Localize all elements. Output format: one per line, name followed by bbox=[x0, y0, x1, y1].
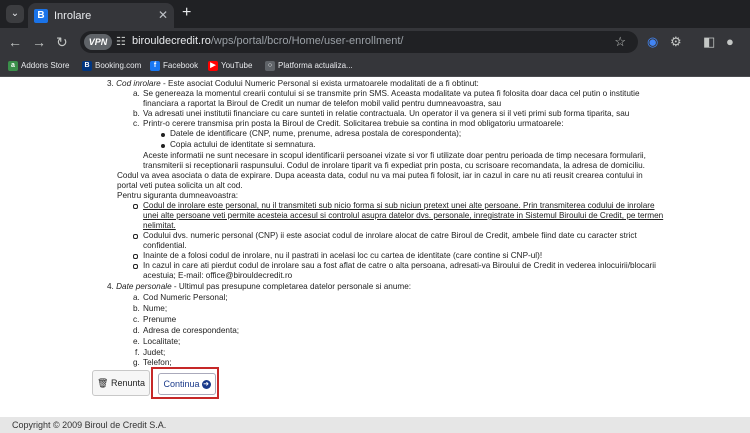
bullet-circle bbox=[133, 204, 138, 209]
forward-icon[interactable]: → bbox=[32, 34, 46, 50]
bookmark-facebook[interactable]: f Facebook bbox=[150, 59, 198, 73]
url-host: birouldecredit.ro bbox=[132, 35, 211, 47]
info-paragraph-4: portal veti putea solicita un alt cod. bbox=[117, 181, 243, 190]
safety-note-1a: Codul de inrolare este personal, nu il t… bbox=[143, 201, 655, 210]
bullet-disc bbox=[161, 144, 165, 148]
field-judet: Judet; bbox=[143, 348, 166, 357]
extension-shield-icon[interactable]: ◉ bbox=[647, 34, 658, 50]
url-text[interactable]: birouldecredit.ro/wps/portal/bcro/Home/u… bbox=[132, 35, 403, 47]
bookmark-booking[interactable]: B Booking.com bbox=[82, 59, 141, 73]
info-paragraph-3: Codul va avea asociata o data de expirar… bbox=[117, 171, 643, 180]
item-3c-bullet-1: Datele de identificare (CNP, nume, prenu… bbox=[170, 129, 462, 138]
addons-store-icon: a bbox=[8, 60, 18, 71]
safety-note-1c: nelimitat. bbox=[143, 221, 176, 230]
vpn-icon[interactable]: VPN bbox=[84, 34, 112, 50]
field-marker: f. bbox=[135, 348, 140, 357]
item-3c-marker: c. bbox=[133, 119, 140, 128]
safety-note-4a: In cazul in care ati pierdut codul de in… bbox=[143, 261, 656, 270]
extensions-puzzle-icon[interactable]: ⚙ bbox=[670, 34, 682, 50]
reload-icon[interactable]: ↻ bbox=[56, 34, 68, 50]
back-icon[interactable]: ← bbox=[8, 34, 22, 50]
field-prenume: Prenume bbox=[143, 315, 177, 324]
field-localitate: Localitate; bbox=[143, 337, 181, 346]
tab-title: Inrolare bbox=[54, 10, 92, 22]
safety-heading: Pentru siguranta dumneavoastra: bbox=[117, 191, 239, 200]
info-paragraph-1: Aceste informatii ne sunt necesare in sc… bbox=[143, 151, 646, 160]
globe-icon: ○ bbox=[265, 60, 275, 71]
field-marker: b. bbox=[133, 304, 140, 313]
close-tab-icon[interactable]: ✕ bbox=[158, 8, 168, 22]
item-3a-marker: a. bbox=[133, 89, 140, 98]
page-footer: Copyright © 2009 Biroul de Credit S.A. bbox=[0, 417, 750, 433]
tab-search-icon[interactable]: ⌄ bbox=[6, 5, 24, 23]
continue-button-label: Continua bbox=[163, 379, 200, 389]
bookmark-addons-store[interactable]: a Addons Store bbox=[8, 59, 69, 73]
bullet-circle bbox=[133, 234, 138, 239]
field-marker: d. bbox=[133, 326, 140, 335]
item-3-header: 3. Cod inrolare - Este asociat Codului N… bbox=[107, 79, 479, 88]
cancel-button-label: Renunta bbox=[110, 378, 145, 388]
safety-note-4b: acestuia; E-mail: office@birouldecredit.… bbox=[143, 271, 293, 280]
bookmarks-bar: a Addons Store B Booking.com f Facebook ▶ Yo… bbox=[0, 56, 750, 77]
browser-tab-strip: ⌄ B Inrolare ✕ + bbox=[0, 0, 750, 28]
field-nume: Nume; bbox=[143, 304, 168, 313]
browser-toolbar: ← → ↻ VPN ☷ birouldecredit.ro/wps/portal… bbox=[0, 28, 750, 56]
field-marker: e. bbox=[133, 337, 140, 346]
bullet-disc bbox=[161, 133, 165, 137]
browser-tab[interactable]: B Inrolare ✕ bbox=[28, 3, 174, 28]
enrollment-instructions: 3. Cod inrolare - Este asociat Codului N… bbox=[0, 77, 750, 417]
address-bar[interactable]: VPN ☷ birouldecredit.ro/wps/portal/bcro/… bbox=[80, 31, 638, 53]
youtube-icon: ▶ bbox=[208, 60, 218, 71]
item-3c-text: Printr-o cerere transmisa prin posta la … bbox=[143, 119, 564, 128]
bullet-circle bbox=[133, 254, 138, 259]
new-tab-button[interactable]: + bbox=[182, 4, 191, 22]
profile-avatar-icon[interactable]: ● bbox=[726, 34, 734, 49]
trash-icon: 🗑 bbox=[97, 378, 109, 388]
item-4-header: 4. Date personale - Ultimul pas presupun… bbox=[107, 282, 412, 291]
item-3b-text: Va adresati unei institutii financiare c… bbox=[143, 109, 630, 118]
field-cnp: Cod Numeric Personal; bbox=[143, 293, 228, 302]
safety-note-2a: Codului dvs. numeric personal (CNP) ii e… bbox=[143, 231, 637, 240]
safety-note-2b: confidential. bbox=[143, 241, 187, 250]
site-info-icon[interactable]: ☷ bbox=[116, 35, 126, 48]
arrow-right-icon: ➜ bbox=[201, 380, 211, 390]
site-favicon-icon: B bbox=[34, 9, 48, 23]
field-marker: a. bbox=[133, 293, 140, 302]
side-panel-icon[interactable]: ◧ bbox=[703, 34, 715, 50]
field-marker: g. bbox=[133, 358, 140, 367]
booking-icon: B bbox=[82, 60, 92, 71]
continue-button[interactable]: Continua ➜ bbox=[158, 373, 216, 395]
bookmark-star-icon[interactable]: ☆ bbox=[614, 34, 626, 50]
info-paragraph-2: transmiterii si receptionarii raspunsulu… bbox=[143, 161, 645, 170]
item-3b-marker: b. bbox=[133, 109, 140, 118]
url-path: /wps/portal/bcro/Home/user-enrollment/ bbox=[210, 35, 404, 47]
facebook-icon: f bbox=[150, 60, 160, 71]
item-3a-text-1: Se genereaza la momentul crearii contulu… bbox=[143, 89, 640, 98]
bookmark-platforma[interactable]: ○ Platforma actualiza... bbox=[265, 59, 353, 73]
bookmark-youtube[interactable]: ▶ YouTube bbox=[208, 59, 252, 73]
safety-note-1b: unei alte persoane veti permite acesteia… bbox=[143, 211, 664, 220]
item-3c-bullet-2: Copia actului de identitate si semnatura… bbox=[170, 140, 316, 149]
safety-note-3: Inainte de a folosi codul de inrolare, n… bbox=[143, 251, 543, 260]
item-3a-text-2: financiara a raportat la Biroul de Credi… bbox=[143, 99, 502, 108]
field-adresa: Adresa de corespondenta; bbox=[143, 326, 240, 335]
bullet-circle bbox=[133, 264, 138, 269]
cancel-button[interactable]: 🗑 Renunta bbox=[92, 370, 150, 396]
field-marker: c. bbox=[133, 315, 140, 324]
copyright-text: Copyright © 2009 Biroul de Credit S.A. bbox=[12, 420, 167, 430]
